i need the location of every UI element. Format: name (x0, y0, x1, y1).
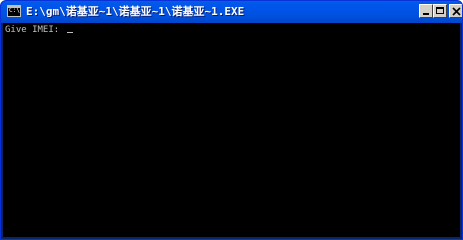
minimize-icon (423, 13, 429, 15)
console-prompt: Give IMEI: (5, 25, 65, 35)
app-icon-label: C:\ (9, 7, 20, 14)
console-app-icon[interactable]: C:\ (7, 5, 21, 17)
minimize-button[interactable] (419, 4, 433, 18)
console-output-area[interactable]: Give IMEI: (3, 23, 460, 237)
close-button[interactable] (449, 4, 462, 18)
console-line: Give IMEI: (5, 24, 73, 36)
maximize-button[interactable] (433, 4, 447, 18)
title-bar[interactable]: C:\ E:\gm\诺基亚~1\诺基亚~1\诺基亚~1.EXE (1, 1, 462, 23)
close-icon (452, 7, 461, 16)
text-cursor (66, 32, 73, 33)
maximize-icon (436, 7, 444, 14)
window-title: E:\gm\诺基亚~1\诺基亚~1\诺基亚~1.EXE (26, 5, 245, 18)
console-window: C:\ E:\gm\诺基亚~1\诺基亚~1\诺基亚~1.EXE Give IME… (0, 0, 463, 240)
